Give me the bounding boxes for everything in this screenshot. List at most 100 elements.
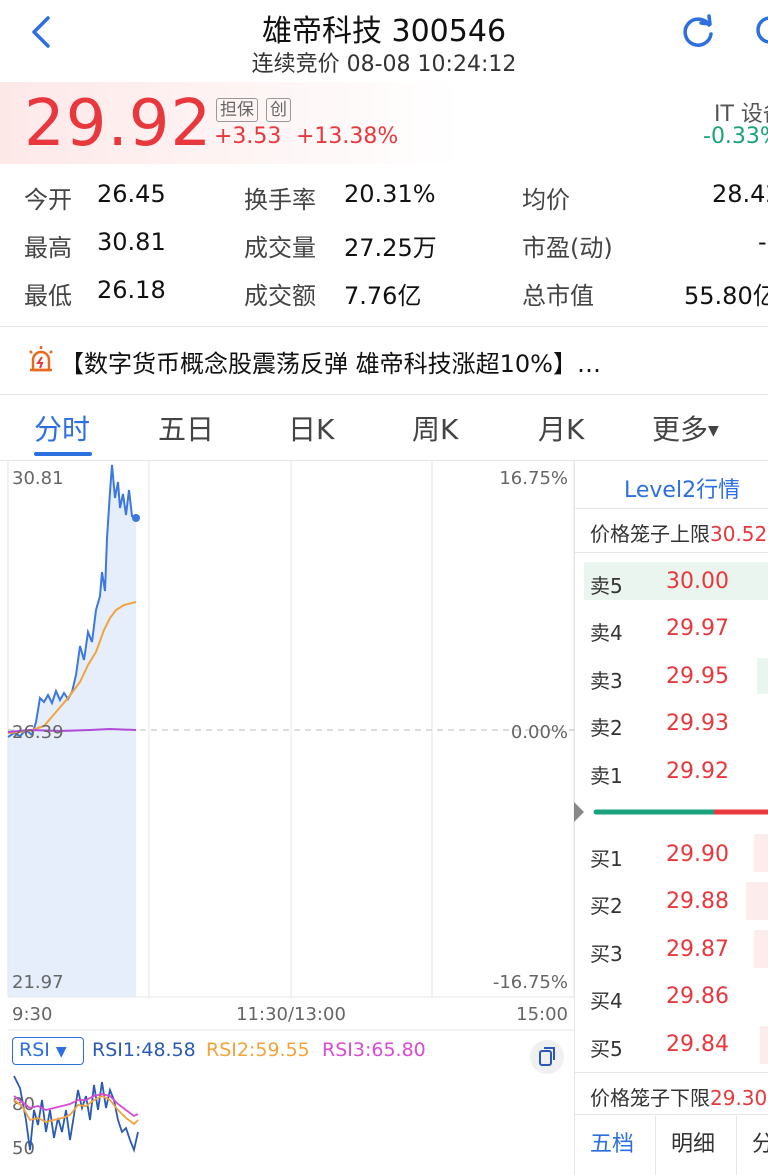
chart-toggle-icon[interactable] xyxy=(530,1040,564,1074)
price-change-pct: +13.38% xyxy=(296,124,399,149)
ask2-price[interactable]: 29.93 xyxy=(666,711,729,736)
open-label: 今开 xyxy=(24,186,72,214)
tab-weekly-k[interactable]: 周K xyxy=(412,408,458,448)
tab-five-levels[interactable]: 五档 xyxy=(590,1126,634,1158)
price-cage-lower-label: 价格笼子下限 xyxy=(590,1086,710,1110)
divider xyxy=(0,394,768,395)
bid5-label: 买5 xyxy=(590,1037,623,1061)
ask5-label: 卖5 xyxy=(590,574,623,598)
open-value: 26.45 xyxy=(97,180,166,208)
rsi2-value: RSI2:59.55 xyxy=(206,1039,310,1061)
news-headline[interactable]: 【数字货币概念股震荡反弹 雄帝科技涨超10%】… xyxy=(60,344,601,379)
tab-more-label: 更多 xyxy=(652,413,709,446)
divider xyxy=(0,326,768,327)
bid1-label: 买1 xyxy=(590,847,623,871)
tab-details[interactable]: 明细 xyxy=(671,1126,715,1158)
search-icon[interactable] xyxy=(752,12,768,52)
amount-label: 成交额 xyxy=(244,282,316,310)
ask4-price[interactable]: 29.97 xyxy=(666,616,729,641)
ask1-label: 卖1 xyxy=(590,764,623,788)
divider xyxy=(574,1114,768,1115)
level2-link[interactable]: Level2行情 xyxy=(624,472,740,504)
low-label: 最低 xyxy=(24,282,72,310)
tab-price-dist[interactable]: 分价 xyxy=(752,1126,768,1158)
tab-monthly-k[interactable]: 月K xyxy=(538,408,584,448)
volume-value: 27.25万 xyxy=(344,234,437,262)
price-cage-upper: 价格笼子上限30.52 xyxy=(590,518,767,547)
ask1-price[interactable]: 29.92 xyxy=(666,759,729,784)
trade-status: 连续竞价 08-08 10:24:12 xyxy=(251,52,517,77)
price-cage-lower: 价格笼子下限29.30 xyxy=(590,1082,767,1111)
avg-value: 28.42 xyxy=(712,180,768,208)
chinext-tag: 创 xyxy=(266,98,291,122)
time-mid: 11:30/13:00 xyxy=(236,1004,346,1025)
pe-label: 市盈(动) xyxy=(522,234,613,262)
turnover-label: 换手率 xyxy=(244,186,316,214)
bid-ask-ratio-bar xyxy=(574,802,768,822)
y-axis-high: 30.81 xyxy=(12,468,64,489)
bid5-depth-bar xyxy=(760,1026,768,1064)
pe-value: - xyxy=(758,228,767,256)
indicator-selector[interactable]: RSI ▼ xyxy=(12,1037,84,1065)
pct-axis-mid: 0.00% xyxy=(511,722,568,743)
time-start: 9:30 xyxy=(12,1004,52,1025)
low-value: 26.18 xyxy=(97,276,166,304)
divider xyxy=(574,508,768,509)
pct-axis-high: 16.75% xyxy=(499,468,568,489)
bid2-depth-bar xyxy=(746,882,768,920)
ask4-label: 卖4 xyxy=(590,621,623,645)
amount-value: 7.76亿 xyxy=(344,282,422,310)
price-cage-upper-value: 30.52 xyxy=(710,522,768,546)
bid3-label: 买3 xyxy=(590,942,623,966)
avg-label: 均价 xyxy=(522,186,570,214)
bid3-price[interactable]: 29.87 xyxy=(666,937,729,962)
ask3-price[interactable]: 29.95 xyxy=(666,664,729,689)
intraday-chart[interactable]: 30.81 26.39 21.97 16.75% 0.00% -16.75% 9… xyxy=(0,460,576,1175)
bid5-price[interactable]: 29.84 xyxy=(666,1032,729,1057)
bid4-price[interactable]: 29.86 xyxy=(666,984,729,1009)
sector-change: -0.33% xyxy=(703,124,768,149)
price-change: +3.53 xyxy=(214,124,282,149)
indicator-selector-label: RSI xyxy=(19,1039,50,1061)
time-end: 15:00 xyxy=(516,1004,568,1025)
price-cage-upper-label: 价格笼子上限 xyxy=(590,522,710,546)
y-axis-mid: 26.39 xyxy=(12,722,64,743)
bid2-label: 买2 xyxy=(590,894,623,918)
stock-title: 雄帝科技 300546 xyxy=(261,14,507,49)
high-value: 30.81 xyxy=(97,228,166,256)
tab-daily-k[interactable]: 日K xyxy=(288,408,334,448)
margin-tag: 担保 xyxy=(216,98,258,122)
volume-label: 成交量 xyxy=(244,234,316,262)
refresh-icon[interactable] xyxy=(678,12,718,52)
bid1-depth-bar xyxy=(754,834,768,872)
ask2-label: 卖2 xyxy=(590,716,623,740)
dropdown-icon: ▼ xyxy=(55,1044,67,1060)
rsi1-value: RSI1:48.58 xyxy=(92,1039,196,1061)
y-axis-low: 21.97 xyxy=(12,972,64,993)
bid4-label: 买4 xyxy=(590,989,623,1013)
tab-five-day[interactable]: 五日 xyxy=(158,408,214,448)
ask3-depth-bar xyxy=(757,658,768,694)
mcap-value: 55.80亿 xyxy=(684,282,768,310)
tab-more[interactable]: 更多▼ xyxy=(652,408,719,448)
turnover-value: 20.31% xyxy=(344,180,436,208)
last-price: 29.92 xyxy=(24,87,213,161)
rsi3-value: RSI3:65.80 xyxy=(322,1039,426,1061)
divider xyxy=(574,1072,768,1073)
bid1-price[interactable]: 29.90 xyxy=(666,842,729,867)
mcap-label: 总市值 xyxy=(522,282,594,310)
ask3-label: 卖3 xyxy=(590,669,623,693)
tab-intraday[interactable]: 分时 xyxy=(34,408,90,448)
alarm-icon xyxy=(29,346,53,372)
divider xyxy=(736,1116,737,1175)
active-tab-indicator xyxy=(34,452,92,456)
bid2-price[interactable]: 29.88 xyxy=(666,889,729,914)
dropdown-icon: ▼ xyxy=(708,423,719,439)
divider xyxy=(655,1116,656,1175)
divider xyxy=(574,552,768,553)
high-label: 最高 xyxy=(24,234,72,262)
pct-axis-low: -16.75% xyxy=(493,972,568,993)
price-cage-lower-value: 29.30 xyxy=(710,1086,768,1110)
bid3-depth-bar xyxy=(754,930,768,968)
ask5-price[interactable]: 30.00 xyxy=(666,569,729,594)
